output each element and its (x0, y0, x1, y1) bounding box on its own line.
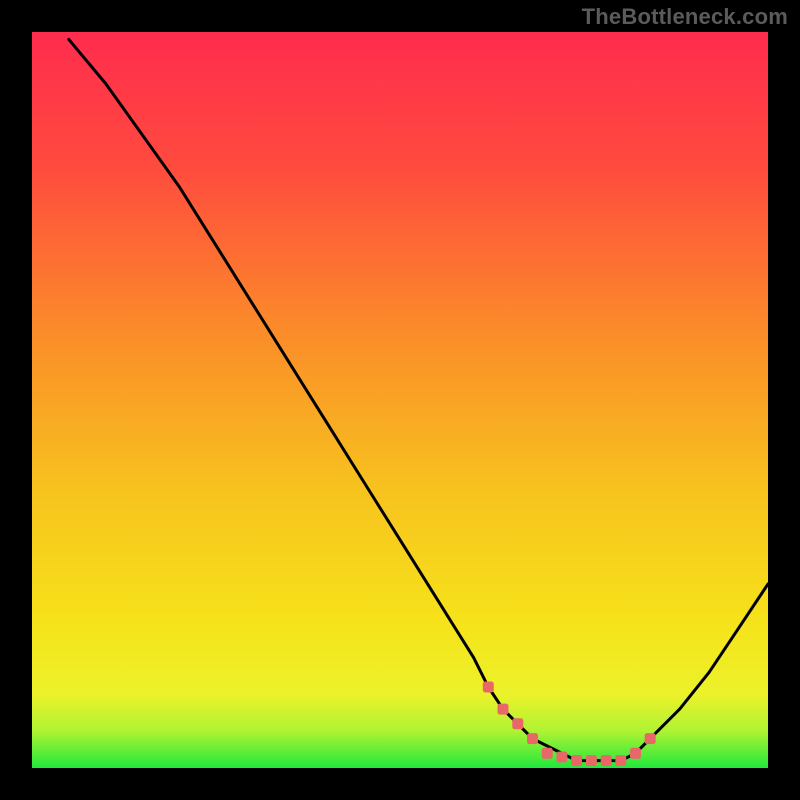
marker-dot (571, 755, 582, 766)
plot-frame (32, 32, 768, 768)
marker-dot (586, 755, 597, 766)
marker-dot (601, 755, 612, 766)
marker-dot (512, 718, 523, 729)
watermark-text: TheBottleneck.com (582, 4, 788, 30)
marker-dot (645, 733, 656, 744)
marker-dot (527, 733, 538, 744)
marker-dot (483, 682, 494, 693)
marker-dot (556, 752, 567, 763)
marker-dot (615, 755, 626, 766)
bottleneck-figure: TheBottleneck.com (0, 0, 800, 800)
plot-svg (32, 32, 768, 768)
marker-dot (498, 704, 509, 715)
marker-dot (630, 748, 641, 759)
gradient-background (32, 32, 768, 768)
marker-dot (542, 748, 553, 759)
